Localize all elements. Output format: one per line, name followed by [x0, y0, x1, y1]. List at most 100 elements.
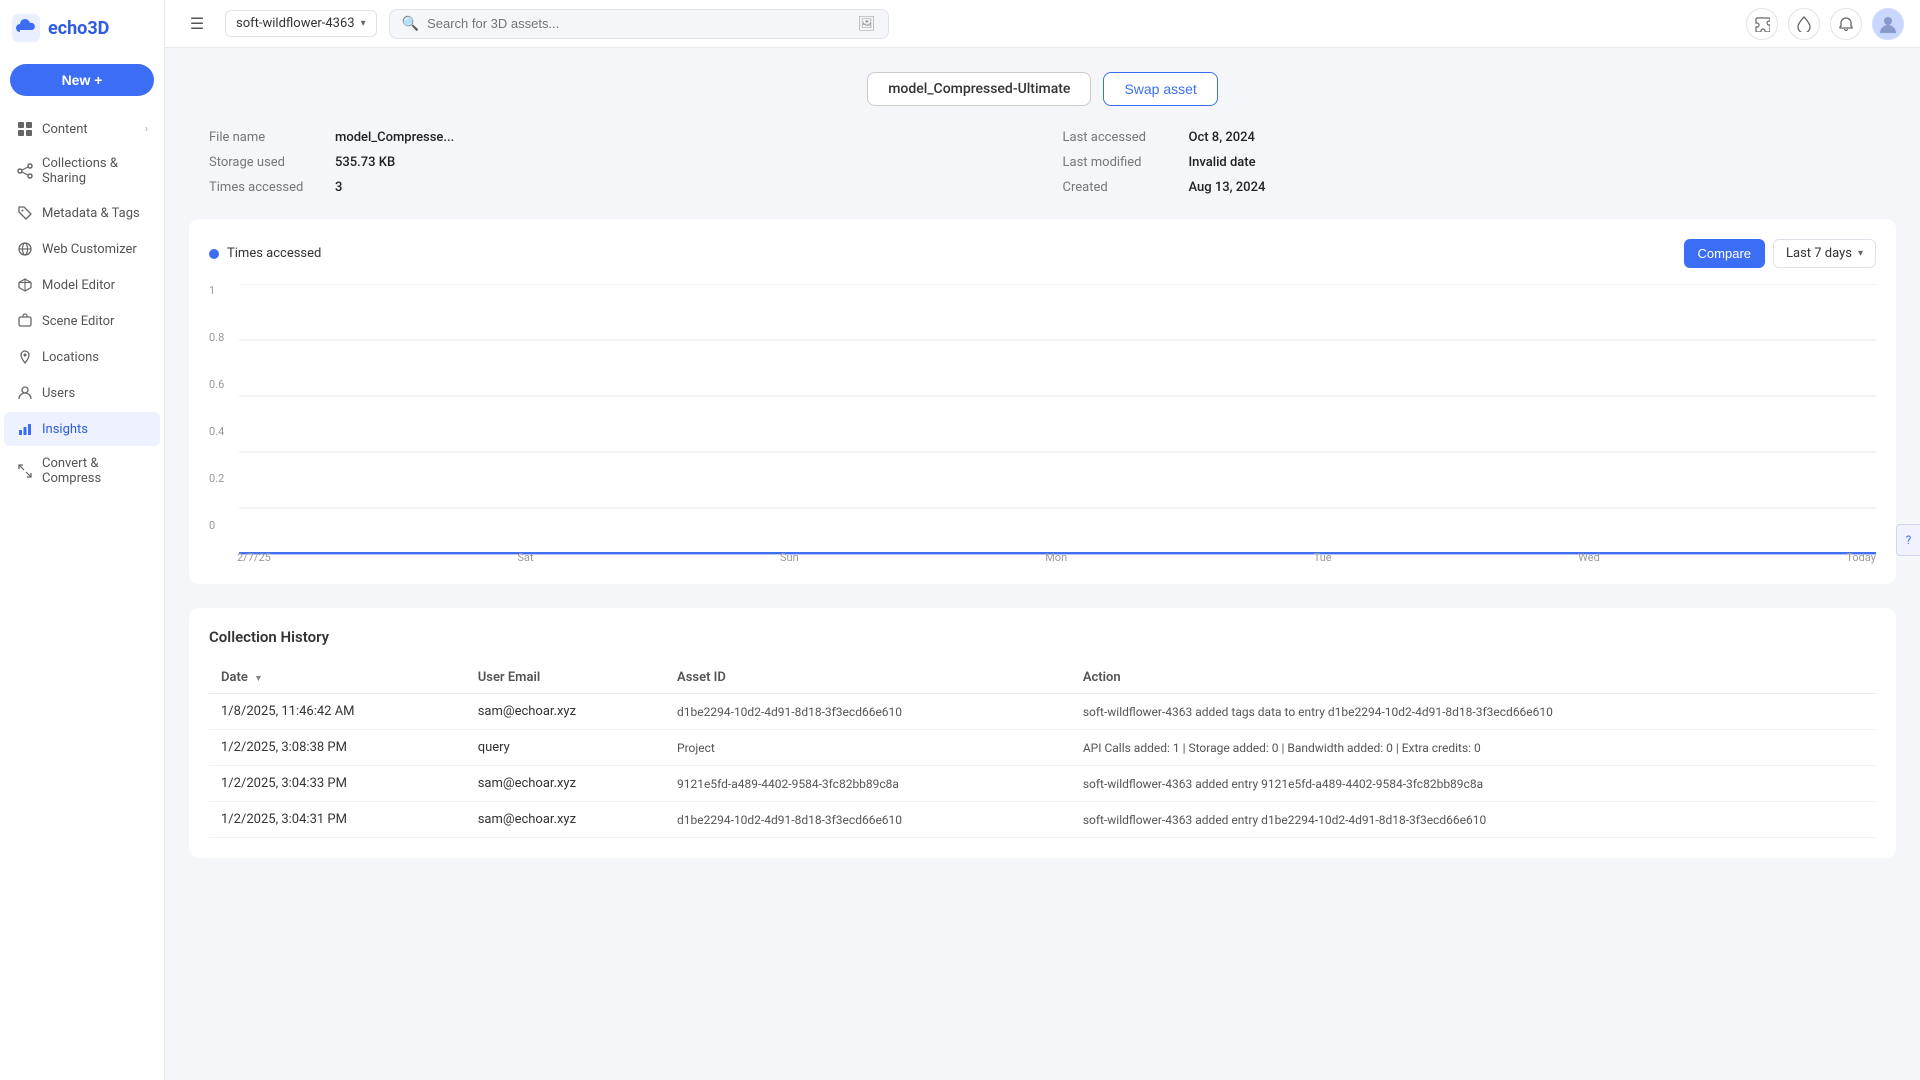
x-label-date: 2/7/25 [237, 551, 271, 564]
menu-icon[interactable]: ☰ [181, 8, 213, 40]
cell-action: API Calls added: 1 | Storage added: 0 | … [1071, 730, 1876, 766]
sidebar-item-users[interactable]: Users [4, 376, 160, 410]
last-accessed-value: Oct 8, 2024 [1189, 130, 1255, 145]
asset-name: model_Compressed-Ultimate [867, 72, 1091, 106]
sidebar-item-scene-editor[interactable]: Scene Editor [4, 304, 160, 338]
image-search-icon[interactable]: 🖼 [858, 16, 876, 32]
table-row: 1/2/2025, 3:04:33 PM sam@echoar.xyz 9121… [209, 766, 1876, 802]
sidebar-item-content[interactable]: Content › [4, 112, 160, 146]
asset-header: model_Compressed-Ultimate Swap asset [189, 72, 1896, 106]
file-name-value: model_Compresse... [335, 130, 454, 145]
cell-user-email: query [466, 730, 665, 766]
sidebar-item-collections-sharing[interactable]: Collections & Sharing [4, 148, 160, 194]
logo-icon [12, 14, 40, 42]
cell-action: soft-wildflower-4363 added entry 9121e5f… [1071, 766, 1876, 802]
bell-icon[interactable] [1830, 8, 1862, 40]
x-label-mon: Mon [1045, 551, 1067, 564]
cell-user-email: sam@echoar.xyz [466, 766, 665, 802]
logo: echo3D [0, 0, 164, 56]
compare-button[interactable]: Compare [1684, 239, 1765, 268]
chart-legend-label: Times accessed [227, 246, 321, 261]
sidebar-item-model-editor[interactable]: Model Editor [4, 268, 160, 302]
y-label-02: 0.2 [209, 472, 224, 485]
sidebar-item-content-label: Content [42, 122, 88, 137]
compress-icon [16, 462, 34, 480]
col-asset-id[interactable]: Asset ID [665, 662, 1071, 694]
file-name-label: File name [209, 130, 319, 145]
sidebar-item-web-customizer[interactable]: Web Customizer [4, 232, 160, 266]
sidebar-item-model-editor-label: Model Editor [42, 278, 115, 293]
sidebar-item-convert-compress-label: Convert & Compress [42, 456, 148, 486]
timerange-select[interactable]: Last 7 days ▾ [1773, 239, 1876, 268]
storage-used-label: Storage used [209, 155, 319, 170]
table-row: 1/2/2025, 3:04:31 PM sam@echoar.xyz d1be… [209, 802, 1876, 838]
content: model_Compressed-Ultimate Swap asset Fil… [165, 48, 1920, 1080]
new-button[interactable]: New + [10, 64, 154, 96]
legend-dot [209, 249, 219, 259]
workspace-selector[interactable]: soft-wildflower-4363 ▾ [225, 10, 377, 37]
scene-icon [16, 312, 34, 330]
help-button[interactable]: ? [1896, 524, 1920, 556]
drop-icon[interactable] [1788, 8, 1820, 40]
chart-actions: Compare Last 7 days ▾ [1684, 239, 1876, 268]
sidebar: echo3D New + Content › Collections & Sha… [0, 0, 165, 1080]
x-label-wed: Wed [1578, 551, 1600, 564]
times-accessed-value: 3 [335, 180, 342, 195]
sidebar-item-metadata-tags[interactable]: Metadata & Tags [4, 196, 160, 230]
share-icon [16, 162, 34, 180]
history-table: Date ▼ User Email Asset ID Action [209, 662, 1876, 838]
cell-action: soft-wildflower-4363 added tags data to … [1071, 694, 1876, 730]
y-label-0: 0 [209, 519, 224, 532]
cell-date: 1/2/2025, 3:08:38 PM [209, 730, 466, 766]
col-user-email[interactable]: User Email [466, 662, 665, 694]
topbar: ☰ soft-wildflower-4363 ▾ 🔍 🖼 [165, 0, 1920, 48]
cell-asset-id: d1be2294-10d2-4d91-8d18-3f3ecd66e610 [665, 802, 1071, 838]
logo-text: echo3D [48, 18, 109, 39]
sidebar-item-users-label: Users [42, 386, 75, 401]
chart-svg [239, 284, 1876, 564]
x-label-sat: Sat [517, 551, 533, 564]
col-date[interactable]: Date ▼ [209, 662, 466, 694]
sidebar-item-insights[interactable]: Insights [4, 412, 160, 446]
bar-chart-icon [16, 420, 34, 438]
last-modified-label: Last modified [1063, 155, 1173, 170]
search-input[interactable] [427, 16, 850, 31]
cell-user-email: sam@echoar.xyz [466, 802, 665, 838]
sidebar-item-metadata-label: Metadata & Tags [42, 206, 140, 221]
y-label-06: 0.6 [209, 378, 224, 391]
puzzle-icon[interactable] [1746, 8, 1778, 40]
sidebar-item-locations[interactable]: Locations [4, 340, 160, 374]
sidebar-item-convert-compress[interactable]: Convert & Compress [4, 448, 160, 494]
sidebar-item-locations-label: Locations [42, 350, 99, 365]
timerange-label: Last 7 days [1786, 246, 1852, 261]
chart-y-labels: 1 0.8 0.6 0.4 0.2 0 [209, 284, 224, 536]
chevron-down-icon: ▾ [361, 18, 366, 29]
chart-container: Times accessed Compare Last 7 days ▾ 1 0… [189, 219, 1896, 584]
globe-icon [16, 240, 34, 258]
y-label-04: 0.4 [209, 425, 224, 438]
y-label-1: 1 [209, 284, 224, 297]
avatar[interactable] [1872, 8, 1904, 40]
cell-asset-id: Project [665, 730, 1071, 766]
cell-asset-id: 9121e5fd-a489-4402-9584-3fc82bb89c8a [665, 766, 1071, 802]
x-label-sun: Sun [780, 551, 799, 564]
table-title: Collection History [209, 628, 1876, 646]
sidebar-nav: Content › Collections & Sharing Metadata… [0, 112, 164, 494]
chart-area: 1 0.8 0.6 0.4 0.2 0 [209, 284, 1876, 564]
table-row: 1/2/2025, 3:08:38 PM query Project API C… [209, 730, 1876, 766]
timerange-chevron-icon: ▾ [1858, 248, 1863, 259]
col-action[interactable]: Action [1071, 662, 1876, 694]
last-accessed-label: Last accessed [1063, 130, 1173, 145]
workspace-name: soft-wildflower-4363 [236, 16, 355, 31]
last-modified-value: Invalid date [1189, 155, 1256, 170]
user-icon [16, 384, 34, 402]
sidebar-item-web-customizer-label: Web Customizer [42, 242, 137, 257]
cell-date: 1/8/2025, 11:46:42 AM [209, 694, 466, 730]
sidebar-item-scene-editor-label: Scene Editor [42, 314, 114, 329]
collection-history-table: Collection History Date ▼ User Email Ass… [189, 608, 1896, 858]
swap-asset-button[interactable]: Swap asset [1103, 72, 1217, 106]
table-row: 1/8/2025, 11:46:42 AM sam@echoar.xyz d1b… [209, 694, 1876, 730]
tag-icon [16, 204, 34, 222]
cell-asset-id: d1be2294-10d2-4d91-8d18-3f3ecd66e610 [665, 694, 1071, 730]
times-accessed-label: Times accessed [209, 180, 319, 195]
